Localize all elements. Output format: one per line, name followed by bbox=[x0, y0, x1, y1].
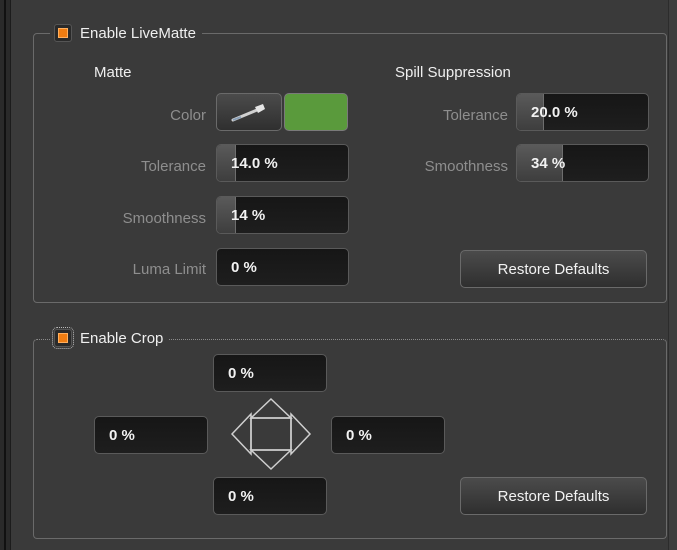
matte-color-swatch[interactable] bbox=[284, 93, 348, 131]
crop-top-field[interactable]: 0 % bbox=[213, 354, 327, 392]
crop-enable-toggle[interactable]: Enable Crop bbox=[50, 326, 170, 350]
crop-left-value: 0 % bbox=[109, 426, 135, 444]
spill-smoothness-label: Smoothness bbox=[424, 158, 508, 175]
crop-up-arrow-icon bbox=[249, 397, 293, 419]
spill-suppression-heading: Spill Suppression bbox=[395, 64, 511, 81]
livematte-restore-defaults-button[interactable]: Restore Defaults bbox=[460, 250, 647, 288]
eyedropper-icon bbox=[231, 104, 265, 122]
crop-left-arrow-icon bbox=[230, 412, 252, 456]
livematte-enable-toggle[interactable]: Enable LiveMatte bbox=[50, 21, 202, 45]
luma-limit-label: Luma Limit bbox=[132, 261, 206, 278]
crop-top-value: 0 % bbox=[228, 364, 254, 382]
crop-direction-pad-icon[interactable] bbox=[229, 396, 313, 472]
checkbox-checked-icon bbox=[58, 28, 68, 38]
matte-heading: Matte bbox=[94, 64, 132, 81]
livematte-enable-checkbox[interactable] bbox=[54, 24, 72, 42]
crop-enable-checkbox[interactable] bbox=[52, 327, 74, 349]
livematte-enable-label: Enable LiveMatte bbox=[80, 24, 196, 42]
crop-enable-label: Enable Crop bbox=[80, 329, 164, 347]
crop-down-arrow-icon bbox=[249, 449, 293, 471]
crop-restore-defaults-button[interactable]: Restore Defaults bbox=[460, 477, 647, 515]
spill-smoothness-value: 34 % bbox=[531, 154, 566, 172]
crop-left-field[interactable]: 0 % bbox=[94, 416, 208, 454]
matte-smoothness-label: Smoothness bbox=[122, 210, 206, 227]
spill-smoothness-slider[interactable]: 34 % bbox=[516, 144, 649, 182]
crop-center-square-icon bbox=[250, 417, 292, 451]
eyedropper-button[interactable] bbox=[216, 93, 282, 131]
luma-limit-value: 0 % bbox=[231, 258, 257, 276]
matte-smoothness-slider[interactable]: 14 % bbox=[216, 196, 349, 234]
checkbox-checked-icon bbox=[58, 333, 68, 343]
panel-left-edge bbox=[0, 0, 11, 550]
matte-smoothness-value: 14 % bbox=[231, 206, 266, 224]
matte-tolerance-slider[interactable]: 14.0 % bbox=[216, 144, 349, 182]
matte-tolerance-label: Tolerance bbox=[140, 158, 206, 175]
spill-tolerance-slider[interactable]: 20.0 % bbox=[516, 93, 649, 131]
luma-limit-slider[interactable]: 0 % bbox=[216, 248, 349, 286]
crop-bottom-field[interactable]: 0 % bbox=[213, 477, 327, 515]
matte-tolerance-value: 14.0 % bbox=[231, 154, 278, 172]
crop-right-value: 0 % bbox=[346, 426, 372, 444]
crop-bottom-value: 0 % bbox=[228, 487, 254, 505]
crop-right-field[interactable]: 0 % bbox=[331, 416, 445, 454]
spill-tolerance-value: 20.0 % bbox=[531, 103, 578, 121]
matte-color-label: Color bbox=[170, 107, 206, 124]
crop-right-arrow-icon bbox=[290, 412, 312, 456]
panel-scrollbar[interactable] bbox=[668, 0, 677, 550]
spill-tolerance-label: Tolerance bbox=[442, 107, 508, 124]
